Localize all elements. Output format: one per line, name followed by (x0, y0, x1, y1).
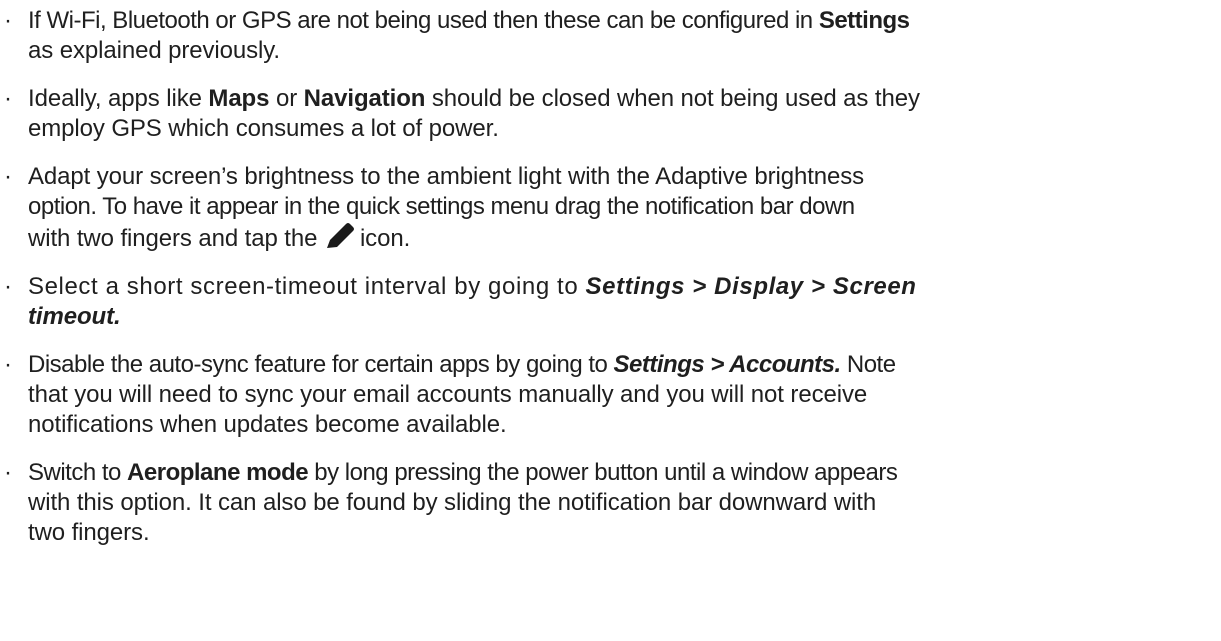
tip-line: as explained previously. (28, 37, 280, 64)
navigation-term: Navigation (303, 85, 426, 112)
bullet: · (4, 273, 12, 300)
settings-path: Settings > Display > Screen (585, 273, 917, 300)
bullet: · (4, 7, 12, 34)
tip-line: timeout. (28, 302, 1213, 332)
tip-line: with this option. It can also be found b… (28, 489, 877, 516)
tip-line: Select a short screen-timeout interval b… (28, 272, 1213, 302)
tip-line: Disable the auto-sync feature for certai… (28, 350, 1213, 380)
text: Ideally, apps like (28, 85, 209, 112)
settings-term: Settings (818, 7, 910, 34)
tip-line: Switch to Aeroplane mode by long pressin… (28, 458, 1213, 488)
list-item: · Adapt your screen’s brightness to the … (0, 162, 1221, 254)
list-item: · Select a short screen-timeout interval… (0, 272, 1221, 332)
text: should be closed when not being used as … (425, 85, 920, 112)
text: with two fingers and tap the (28, 225, 324, 252)
maps-term: Maps (208, 85, 270, 112)
tip-line: option. To have it appear in the quick s… (28, 193, 855, 220)
text: by long pressing the power button until … (308, 459, 898, 486)
tip-line: Ideally, apps like Maps or Navigation sh… (28, 84, 1213, 114)
list-item: · If Wi-Fi, Bluetooth or GPS are not bei… (0, 6, 1221, 66)
text: or (269, 85, 304, 112)
battery-tips-list: · If Wi-Fi, Bluetooth or GPS are not bei… (0, 6, 1221, 548)
text: Select a short screen-timeout interval b… (28, 273, 586, 300)
text: icon. (359, 225, 411, 252)
tip-line: that you will need to sync your email ac… (28, 381, 868, 408)
list-item: · Switch to Aeroplane mode by long press… (0, 458, 1221, 548)
settings-path: timeout. (28, 303, 121, 330)
tip-line: employ GPS which consumes a lot of power… (28, 115, 499, 142)
document-page: · If Wi-Fi, Bluetooth or GPS are not bei… (0, 0, 1221, 641)
bullet: · (4, 459, 12, 486)
bullet: · (4, 85, 12, 112)
text: Switch to (28, 459, 128, 486)
text: Note (840, 351, 896, 378)
tip-line: with two fingers and tap the icon. (28, 222, 1213, 254)
tip-line: notifications when updates become availa… (28, 411, 507, 438)
list-item: · Ideally, apps like Maps or Navigation … (0, 84, 1221, 144)
tip-line: If Wi-Fi, Bluetooth or GPS are not being… (28, 6, 1213, 36)
text: Disable the auto-sync feature for certai… (28, 351, 614, 378)
bullet: · (4, 163, 12, 190)
list-item: · Disable the auto-sync feature for cert… (0, 350, 1221, 440)
aeroplane-mode-term: Aeroplane mode (127, 459, 309, 486)
settings-path: Settings > Accounts. (613, 351, 842, 378)
bullet: · (4, 351, 12, 378)
tip-line: Adapt your screen’s brightness to the am… (28, 163, 865, 190)
tip-line: two fingers. (28, 519, 150, 546)
pencil-icon (324, 222, 360, 250)
text: If Wi-Fi, Bluetooth or GPS are not being… (28, 7, 819, 34)
